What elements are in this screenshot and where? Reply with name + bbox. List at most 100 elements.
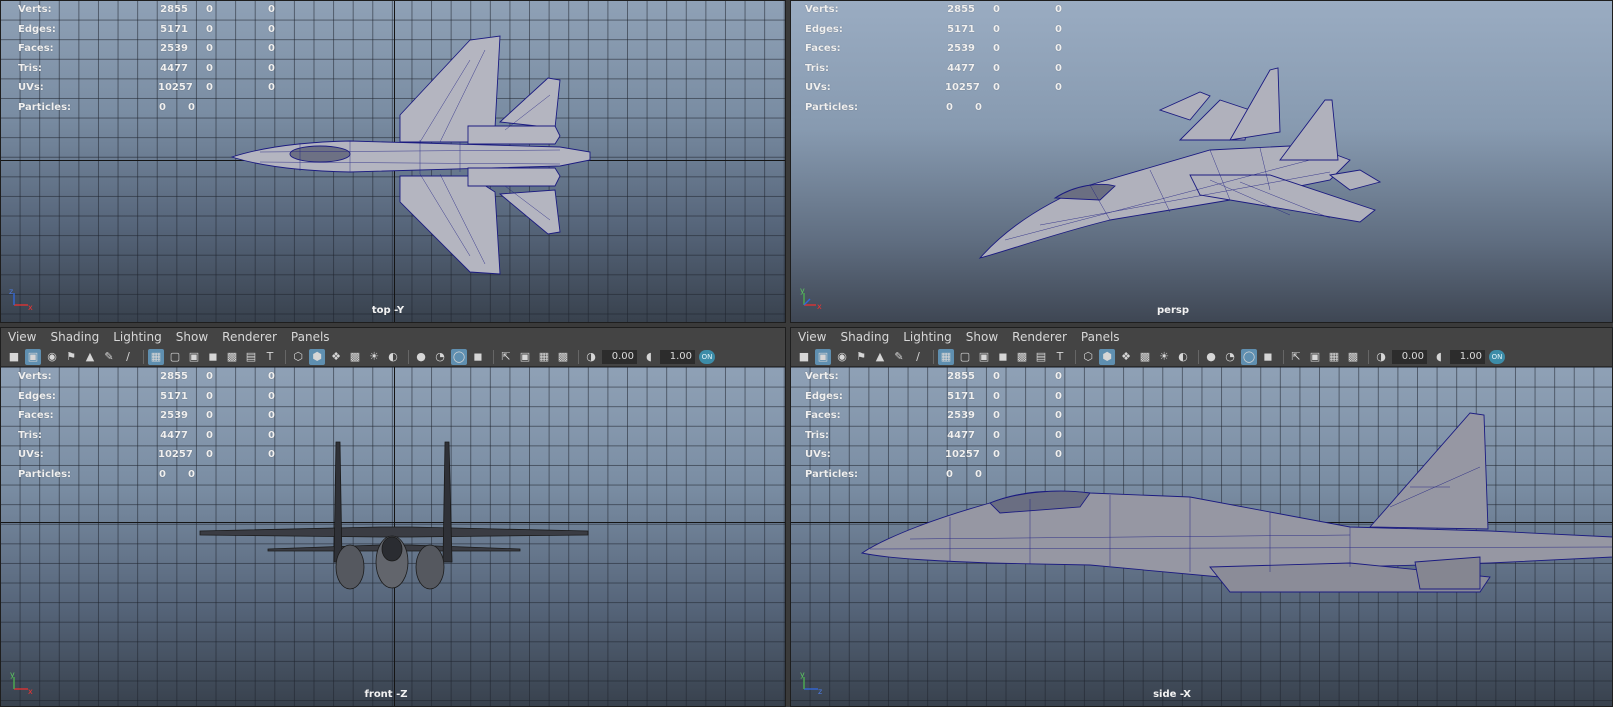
stat-particles: Particles: 0 0: [18, 101, 195, 113]
bookmark-icon[interactable]: ⚑: [63, 349, 79, 365]
stat-particles: Particles: 0 0: [805, 468, 982, 480]
wireframe-icon[interactable]: ⬡: [290, 349, 306, 365]
xray-icon[interactable]: ▣: [517, 349, 533, 365]
stat-verts: Verts: 2855 0 0: [18, 4, 275, 15]
camera-name-label: top -Y: [371, 305, 405, 316]
xray-components-icon[interactable]: ▩: [1345, 349, 1361, 365]
stat-particles: Particles: 0 0: [18, 468, 195, 480]
xray-joints-icon[interactable]: ▦: [536, 349, 552, 365]
menu-lighting[interactable]: Lighting: [903, 330, 952, 344]
poly-count-hud: Verts: 2855 0 0 Edges: 5171 0 0 Faces: 2539 0 0 T…: [18, 4, 278, 122]
field-chart-icon[interactable]: ▩: [1014, 349, 1030, 365]
axis-gizmo-icon: x y: [800, 286, 822, 311]
resolution-gate-icon[interactable]: ▣: [186, 349, 202, 365]
camera-attrs-icon[interactable]: ◉: [44, 349, 60, 365]
stat-faces: Faces: 2539 0 0: [18, 43, 275, 55]
smooth-shade-icon[interactable]: ⬢: [309, 348, 325, 365]
camera-icon[interactable]: ■: [796, 349, 812, 365]
exposure-icon[interactable]: ◑: [1373, 349, 1389, 365]
wireframe-icon[interactable]: ⬡: [1080, 349, 1096, 365]
viewport-side[interactable]: View Shading Lighting Show Renderer Pane…: [790, 327, 1613, 707]
motion-blur-icon[interactable]: ◔: [432, 349, 448, 365]
depth-of-field-icon[interactable]: ◼: [1260, 349, 1276, 365]
gamma-icon[interactable]: ◖: [641, 349, 657, 365]
grease-pencil-icon[interactable]: ✎: [101, 349, 117, 365]
camera-lock-icon[interactable]: ▣: [815, 348, 831, 365]
color-management-icon[interactable]: ON: [1489, 349, 1505, 364]
gate-mask-icon[interactable]: ◼: [995, 349, 1011, 365]
axis-gizmo-icon: z y: [800, 670, 822, 695]
use-lights-icon[interactable]: ☀: [366, 349, 382, 365]
grease-pencil-tool-icon[interactable]: ∕: [120, 349, 136, 365]
safe-action-icon[interactable]: ▤: [243, 349, 259, 365]
menu-show[interactable]: Show: [966, 330, 998, 344]
exposure-icon[interactable]: ◑: [583, 349, 599, 365]
gamma-icon[interactable]: ◖: [1431, 349, 1447, 365]
textured-icon[interactable]: ▩: [1137, 349, 1153, 365]
film-gate-icon[interactable]: ▢: [957, 349, 973, 365]
shadows-icon[interactable]: ◐: [385, 349, 401, 365]
use-lights-icon[interactable]: ☀: [1156, 349, 1172, 365]
wireframe-on-shaded-icon[interactable]: ❖: [1118, 349, 1134, 365]
screen-space-ao-icon[interactable]: ●: [1203, 349, 1219, 365]
wireframe-on-shaded-icon[interactable]: ❖: [328, 349, 344, 365]
menu-renderer[interactable]: Renderer: [222, 330, 277, 344]
textured-icon[interactable]: ▩: [347, 349, 363, 365]
color-management-icon[interactable]: ON: [699, 349, 715, 364]
title-safe-icon[interactable]: T: [1052, 349, 1068, 365]
viewport-persp[interactable]: Verts: 2855 0 0 Edges: 5171 0 0 Faces: 2539 0 0 T…: [790, 0, 1613, 323]
camera-attrs-icon[interactable]: ◉: [834, 349, 850, 365]
menu-renderer[interactable]: Renderer: [1012, 330, 1067, 344]
exposure-field[interactable]: 0.00: [1392, 349, 1427, 364]
viewport-front[interactable]: View Shading Lighting Show Renderer Pane…: [0, 327, 786, 707]
title-safe-icon[interactable]: T: [262, 349, 278, 365]
stat-tris: Tris: 4477 0 0: [805, 62, 1062, 74]
motion-blur-icon[interactable]: ◔: [1222, 349, 1238, 365]
grease-pencil-tool-icon[interactable]: ∕: [910, 349, 926, 365]
xray-components-icon[interactable]: ▩: [555, 349, 571, 365]
gamma-field[interactable]: 1.00: [1450, 349, 1485, 364]
isolate-select-icon[interactable]: ⇱: [1288, 349, 1304, 365]
xray-joints-icon[interactable]: ▦: [1326, 349, 1342, 365]
stat-verts: Verts: 2855 0 0: [805, 371, 1062, 382]
image-plane-icon[interactable]: ▲: [82, 349, 98, 365]
stat-edges: Edges: 5171 0 0: [805, 390, 1062, 402]
screen-space-ao-icon[interactable]: ●: [413, 349, 429, 365]
safe-action-icon[interactable]: ▤: [1033, 349, 1049, 365]
menu-show[interactable]: Show: [176, 330, 208, 344]
grease-pencil-icon[interactable]: ✎: [891, 349, 907, 365]
menu-panels[interactable]: Panels: [291, 330, 330, 344]
gate-mask-icon[interactable]: ◼: [205, 349, 221, 365]
exposure-field[interactable]: 0.00: [602, 349, 637, 364]
isolate-select-icon[interactable]: ⇱: [498, 349, 514, 365]
grid-icon[interactable]: ▦: [938, 348, 954, 365]
anti-aliasing-icon[interactable]: ◯: [1241, 348, 1257, 365]
shadows-icon[interactable]: ◐: [1175, 349, 1191, 365]
menu-shading[interactable]: Shading: [840, 330, 889, 344]
field-chart-icon[interactable]: ▩: [224, 349, 240, 365]
panel-menubar: View Shading Lighting Show Renderer Pane…: [0, 327, 786, 347]
bookmark-icon[interactable]: ⚑: [853, 349, 869, 365]
axis-x-label: x: [28, 303, 33, 311]
menu-panels[interactable]: Panels: [1081, 330, 1120, 344]
menu-view[interactable]: View: [8, 330, 36, 344]
anti-aliasing-icon[interactable]: ◯: [451, 348, 467, 365]
menu-shading[interactable]: Shading: [50, 330, 99, 344]
resolution-gate-icon[interactable]: ▣: [976, 349, 992, 365]
gamma-field[interactable]: 1.00: [660, 349, 695, 364]
menu-lighting[interactable]: Lighting: [113, 330, 162, 344]
panel-toolbar: ■ ▣ ◉ ⚑ ▲ ✎ ∕ ▦ ▢ ▣ ◼ ▩ ▤ T ⬡ ⬢ ❖ ▩ ☀ ◐ …: [0, 347, 786, 367]
axis-gizmo-icon: x y: [10, 670, 33, 695]
camera-icon[interactable]: ■: [6, 349, 22, 365]
xray-icon[interactable]: ▣: [1307, 349, 1323, 365]
stat-uvs: UVs: 10257 0 0: [18, 449, 275, 461]
stat-edges: Edges: 5171 0 0: [805, 23, 1062, 35]
camera-lock-icon[interactable]: ▣: [25, 348, 41, 365]
viewport-top[interactable]: Verts: 2855 0 0 Edges: 5171 0 0 Faces: 2539 0 0 T…: [0, 0, 786, 323]
film-gate-icon[interactable]: ▢: [167, 349, 183, 365]
menu-view[interactable]: View: [798, 330, 826, 344]
grid-icon[interactable]: ▦: [148, 348, 164, 365]
smooth-shade-icon[interactable]: ⬢: [1099, 348, 1115, 365]
image-plane-icon[interactable]: ▲: [872, 349, 888, 365]
depth-of-field-icon[interactable]: ◼: [470, 349, 486, 365]
